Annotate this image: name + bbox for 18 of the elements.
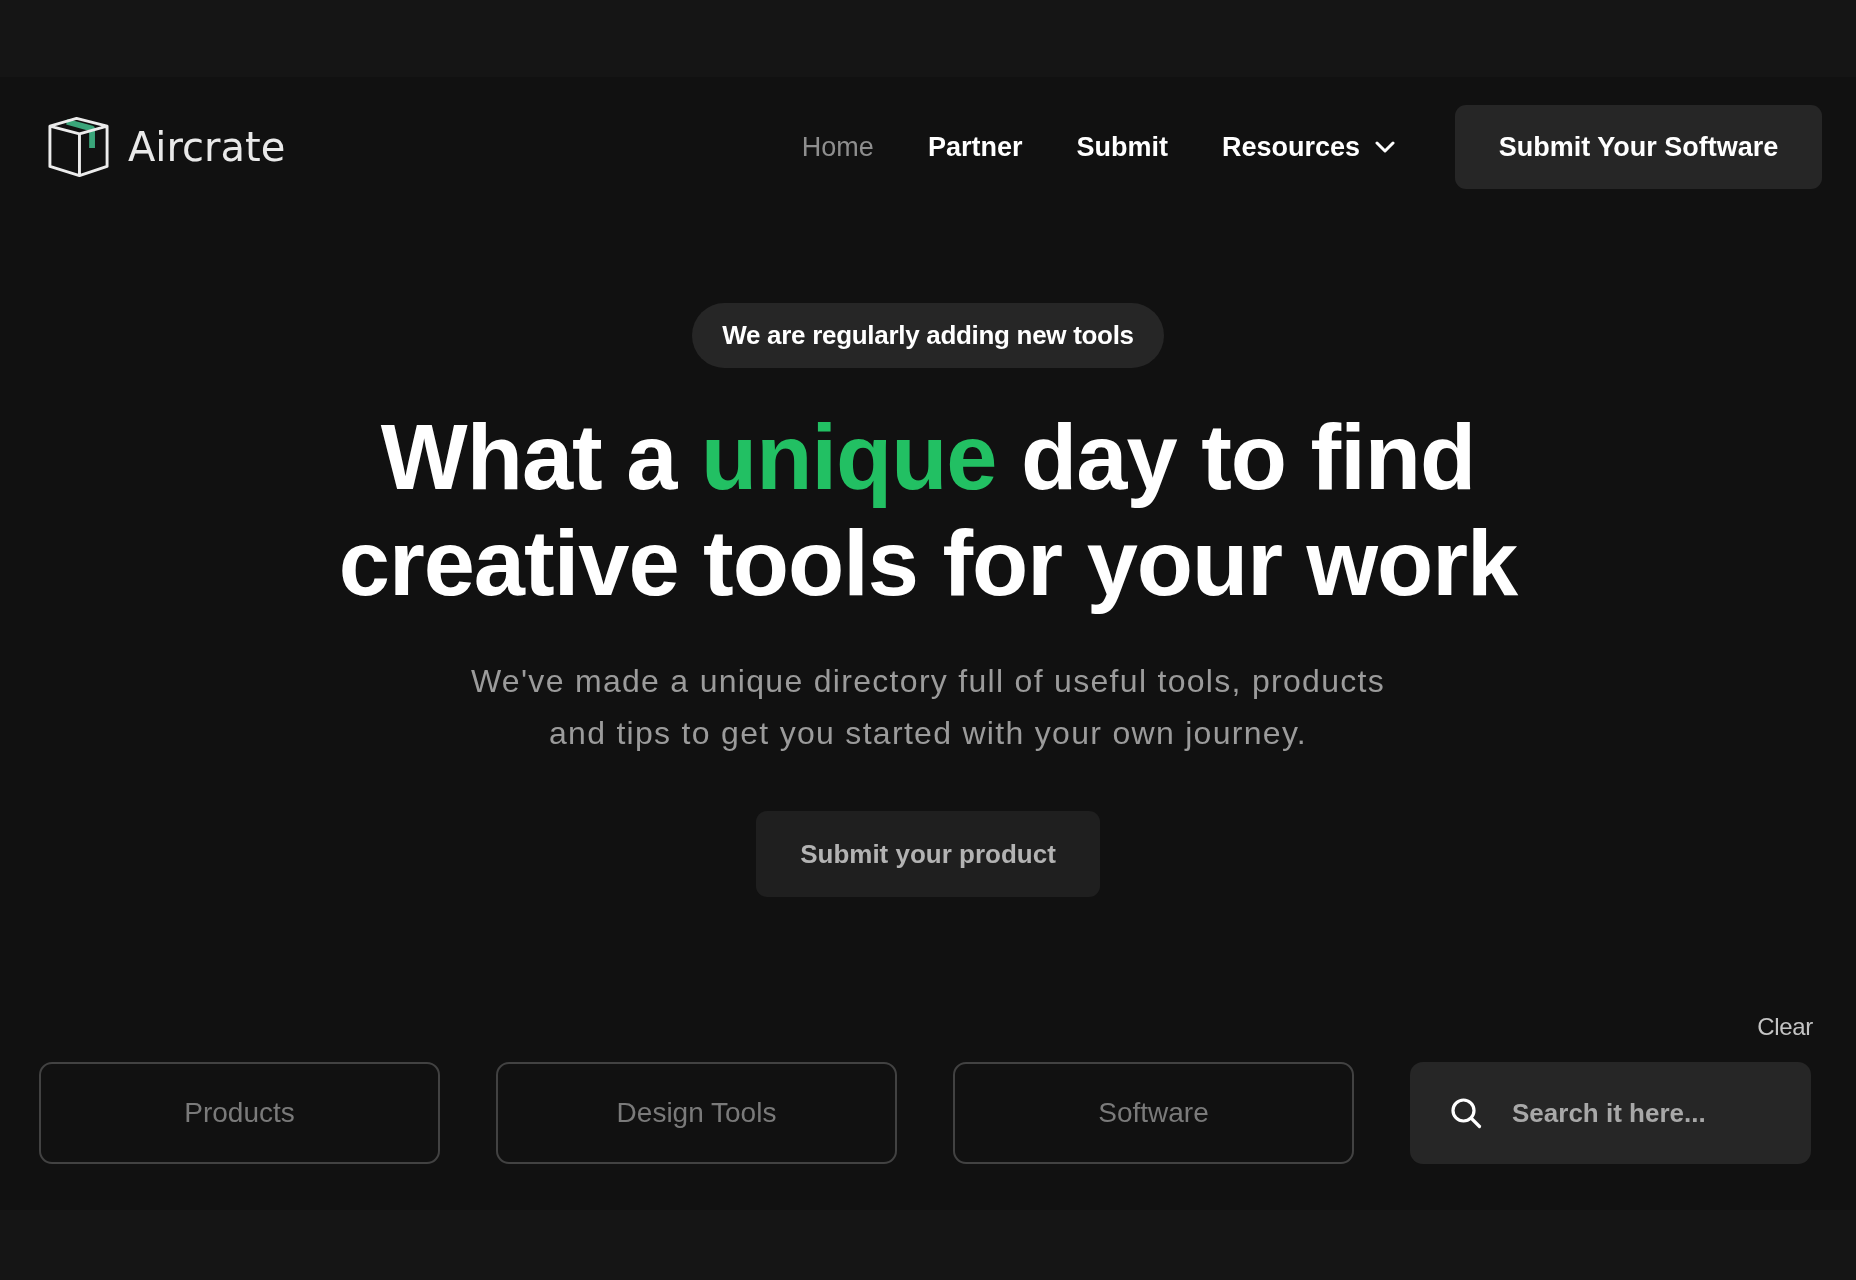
clear-link[interactable]: Clear: [1757, 1012, 1813, 1042]
hero-heading: What a unique day to find creative tools for your work: [337, 405, 1519, 616]
search-field[interactable]: Search it here...: [1410, 1062, 1811, 1164]
brand-name: Aircrate: [128, 123, 286, 171]
search-icon: [1450, 1097, 1482, 1129]
submit-software-button[interactable]: Submit Your Software: [1455, 105, 1822, 189]
hero-subtitle: We've made a unique directory full of useful tools, products and tips to get you started with your own journey.: [469, 662, 1387, 753]
category-button[interactable]: Design Tools: [496, 1062, 897, 1164]
category-button[interactable]: Products: [39, 1062, 440, 1164]
nav-link[interactable]: Resources: [1221, 130, 1395, 164]
nav-link[interactable]: Submit: [1076, 130, 1168, 164]
chevron-down-icon: [1375, 141, 1395, 153]
submit-product-button[interactable]: Submit your product: [756, 811, 1100, 897]
category-button[interactable]: Software: [953, 1062, 1354, 1164]
nav-link[interactable]: Home: [801, 130, 874, 164]
announcement-badge: We are regularly adding new tools: [692, 303, 1164, 368]
crate-logo-icon: [47, 116, 110, 178]
nav-link[interactable]: Partner: [927, 130, 1023, 164]
